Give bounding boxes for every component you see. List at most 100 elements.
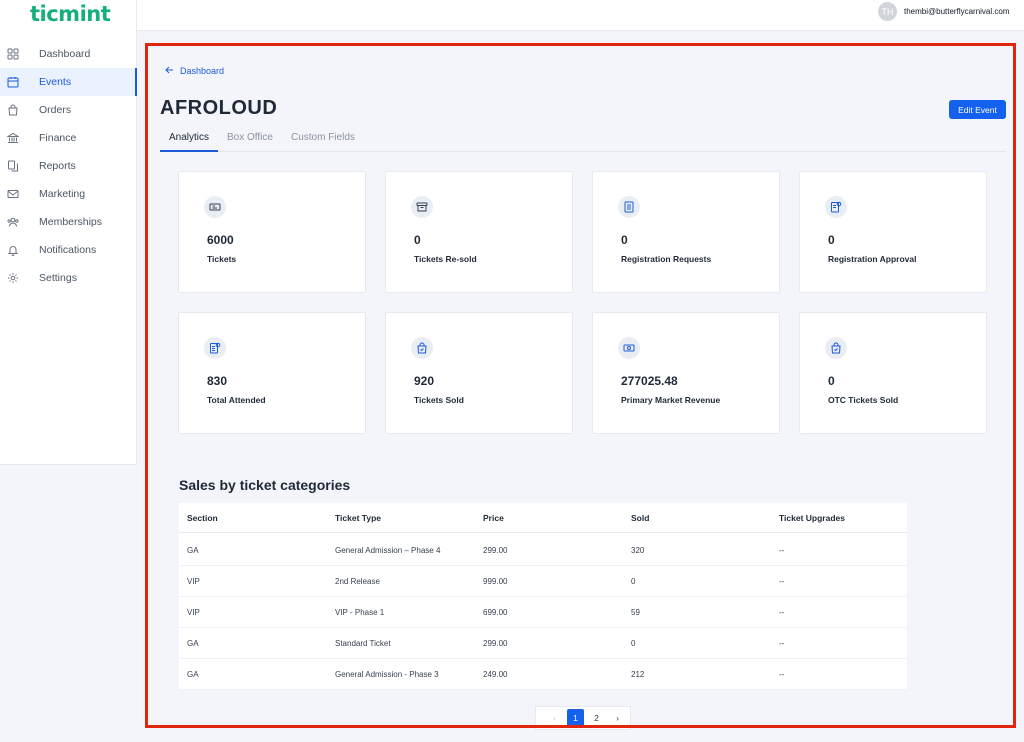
sidebar-nav: Dashboard Events Orders Finance Reports [0, 40, 137, 292]
table-cell: 299.00 [483, 638, 508, 648]
bell-icon [7, 244, 19, 256]
clipboard-user-icon [204, 337, 226, 359]
table-cell: VIP [187, 576, 200, 586]
column-header[interactable]: Ticket Type [327, 513, 475, 523]
clipboard-check-icon [825, 196, 847, 218]
users-icon [7, 216, 19, 228]
table-row: GA General Admission - Phase 3 249.00 21… [179, 659, 907, 690]
table-cell: Standard Ticket [335, 638, 391, 648]
table-row: GA Standard Ticket 299.00 0 -- [179, 628, 907, 659]
stat-card-tickets-sold: 920 Tickets Sold [385, 312, 573, 434]
sidebar-item-orders[interactable]: Orders [0, 96, 137, 124]
back-to-dashboard-link[interactable]: Dashboard [165, 66, 224, 76]
table-cell: GA [187, 638, 199, 648]
stat-value: 0 [621, 233, 628, 247]
table-cell: 2nd Release [335, 576, 380, 586]
clipboard-list-icon [618, 196, 640, 218]
table-cell: General Admission - Phase 3 [335, 669, 439, 679]
table-cell: VIP - Phase 1 [335, 607, 385, 617]
tab-analytics[interactable]: Analytics [160, 127, 219, 152]
shopping-bag-icon [7, 104, 19, 116]
stat-value: 830 [207, 374, 228, 388]
arrow-left-icon [165, 66, 174, 76]
sidebar-item-dashboard[interactable]: Dashboard [0, 40, 137, 68]
calendar-icon [7, 76, 19, 88]
stat-card-registration-requests: 0 Registration Requests [592, 171, 780, 293]
table-cell: 999.00 [483, 576, 508, 586]
sidebar-item-label: Events [39, 76, 72, 88]
table-cell: 0 [631, 576, 636, 586]
table-cell: 299.00 [483, 545, 508, 555]
sidebar-item-label: Finance [39, 132, 77, 144]
page-title: AFROLOUD [160, 97, 278, 119]
stat-label: Registration Requests [621, 254, 712, 264]
table-cell: 212 [631, 669, 645, 679]
column-header[interactable]: Ticket Upgrades [771, 513, 907, 523]
stat-label: Tickets [207, 254, 237, 264]
stat-label: Primary Market Revenue [621, 395, 721, 405]
stat-value: 277025.48 [621, 374, 678, 388]
stat-card-primary-market-revenue: 277025.48 Primary Market Revenue [592, 312, 780, 434]
stat-card-tickets: 6000 Tickets [178, 171, 366, 293]
bank-icon [7, 132, 19, 144]
grid-icon [7, 48, 19, 60]
page-button-1[interactable]: 1 [567, 709, 584, 727]
pagination: ‹ 1 2 › [535, 706, 631, 730]
tab-box-office[interactable]: Box Office [218, 127, 282, 152]
table-header-row: Section Ticket Type Price Sold Ticket Up… [179, 503, 907, 533]
table-cell: 699.00 [483, 607, 508, 617]
sidebar-item-marketing[interactable]: Marketing [0, 180, 137, 208]
event-tabs: Analytics Box Office Custom Fields [160, 127, 1006, 152]
table-cell: 249.00 [483, 669, 508, 679]
table-cell: VIP [187, 607, 200, 617]
sidebar-item-label: Marketing [39, 188, 86, 200]
cash-icon [618, 337, 640, 359]
table-cell: -- [779, 638, 785, 648]
tab-custom-fields[interactable]: Custom Fields [282, 127, 364, 152]
sidebar-item-label: Orders [39, 104, 72, 116]
bag-icon [825, 337, 847, 359]
app-logo[interactable]: ticmint [30, 2, 111, 26]
user-email[interactable]: thembi@butterflycarnival.com [904, 7, 1010, 16]
stat-value: 0 [828, 374, 835, 388]
column-header[interactable]: Section [179, 513, 327, 523]
avatar[interactable]: TH [878, 2, 897, 21]
page-button-2[interactable]: 2 [588, 709, 605, 727]
next-page-button[interactable]: › [609, 709, 626, 727]
table-row: GA General Admission – Phase 4 299.00 32… [179, 535, 907, 566]
table-cell: GA [187, 545, 199, 555]
stat-card-total-attended: 830 Total Attended [178, 312, 366, 434]
stat-label: Total Attended [207, 395, 266, 405]
column-header[interactable]: Sold [623, 513, 771, 523]
sidebar-item-finance[interactable]: Finance [0, 124, 137, 152]
previous-page-button[interactable]: ‹ [546, 709, 563, 727]
mail-icon [7, 188, 19, 200]
stat-value: 920 [414, 374, 435, 388]
sidebar-item-label: Dashboard [39, 48, 91, 60]
sidebar-item-label: Memberships [39, 216, 103, 228]
sidebar-item-label: Notifications [39, 244, 97, 256]
stat-label: Registration Approval [828, 254, 917, 264]
archive-box-icon [411, 196, 433, 218]
stat-card-tickets-resold: 0 Tickets Re-sold [385, 171, 573, 293]
table-row: VIP VIP - Phase 1 699.00 59 -- [179, 597, 907, 628]
sidebar-item-settings[interactable]: Settings [0, 264, 137, 292]
sidebar-item-reports[interactable]: Reports [0, 152, 137, 180]
stat-card-otc-tickets-sold: 0 OTC Tickets Sold [799, 312, 987, 434]
back-link-label: Dashboard [180, 66, 225, 76]
table-cell: 320 [631, 545, 645, 555]
stat-label: OTC Tickets Sold [828, 395, 899, 405]
sidebar-item-memberships[interactable]: Memberships [0, 208, 137, 236]
table-cell: -- [779, 669, 785, 679]
table-cell: GA [187, 669, 199, 679]
table-cell: 0 [631, 638, 636, 648]
stat-value: 6000 [207, 233, 234, 247]
edit-event-button[interactable]: Edit Event [949, 100, 1006, 119]
sidebar-item-events[interactable]: Events [0, 68, 137, 96]
sidebar-item-notifications[interactable]: Notifications [0, 236, 137, 264]
sales-section-title: Sales by ticket categories [179, 477, 351, 493]
column-header[interactable]: Price [475, 513, 623, 523]
gear-icon [7, 272, 19, 284]
sales-table: Section Ticket Type Price Sold Ticket Up… [179, 503, 907, 690]
table-cell: -- [779, 576, 785, 586]
